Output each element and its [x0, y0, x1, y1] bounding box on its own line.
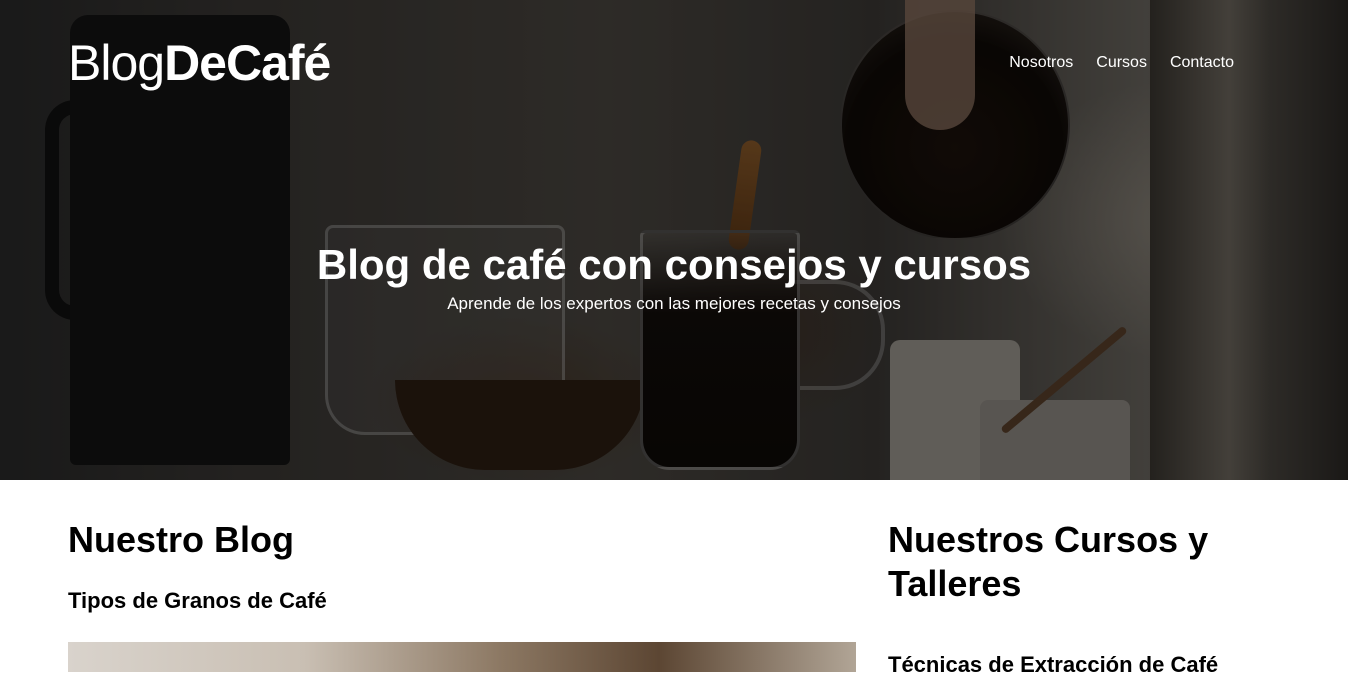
hero-section: BlogDeCafé Nosotros Cursos Contacto Blog…	[0, 0, 1348, 480]
blog-section: Nuestro Blog Tipos de Granos de Café	[68, 480, 856, 672]
hero-text: Blog de café con consejos y cursos Apren…	[0, 240, 1348, 314]
nav-link-nosotros[interactable]: Nosotros	[1009, 54, 1073, 72]
course-title[interactable]: Técnicas de Extracción de Café	[888, 652, 1288, 678]
blog-section-title: Nuestro Blog	[68, 519, 295, 560]
courses-section-title: Nuestros Cursos y Talleres	[888, 519, 1209, 604]
blog-post-image[interactable]	[68, 642, 856, 672]
main-navigation: Nosotros Cursos Contacto	[1009, 54, 1234, 72]
nav-link-contacto[interactable]: Contacto	[1170, 54, 1234, 72]
blog-post-title[interactable]: Tipos de Granos de Café	[68, 588, 856, 614]
nav-link-cursos[interactable]: Cursos	[1096, 54, 1147, 72]
site-header: BlogDeCafé Nosotros Cursos Contacto	[0, 0, 1348, 130]
courses-section: Nuestros Cursos y Talleres Técnicas de E…	[888, 480, 1288, 678]
logo-bold-text: DeCafé	[164, 35, 331, 91]
blog-post: Tipos de Granos de Café	[68, 588, 856, 672]
hero-title: Blog de café con consejos y cursos	[316, 241, 1032, 288]
logo-light-text: Blog	[68, 35, 165, 91]
site-logo[interactable]: BlogDeCafé	[68, 35, 331, 91]
main-content: Nuestro Blog Tipos de Granos de Café Nue…	[0, 480, 1348, 677]
hero-subtitle: Aprende de los expertos con las mejores …	[447, 294, 901, 313]
